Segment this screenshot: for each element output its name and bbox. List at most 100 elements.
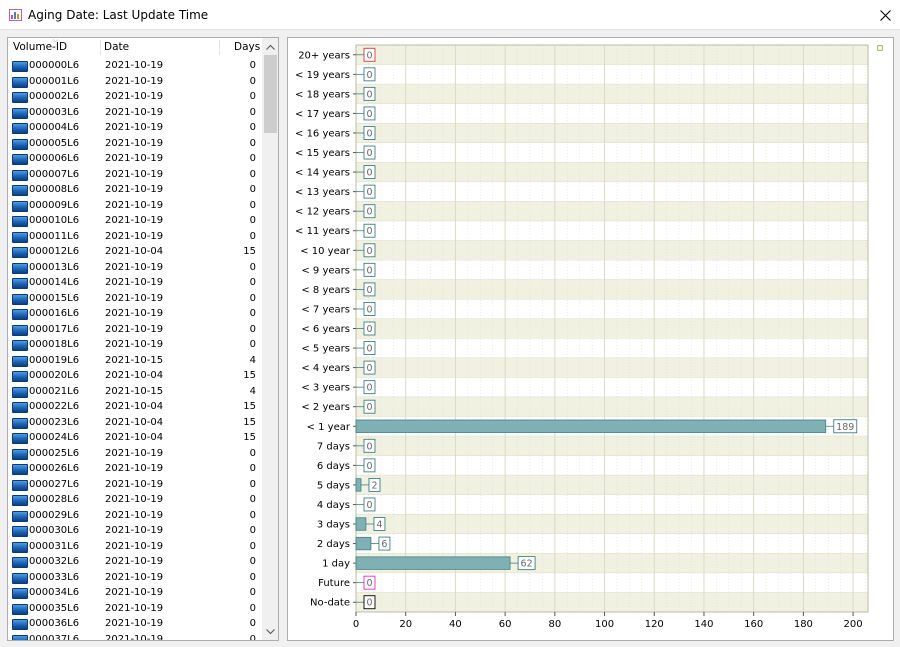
tape-volume-icon: [12, 557, 28, 568]
volume-date: 2021-10-19: [105, 587, 164, 598]
volume-days: 0: [249, 447, 256, 459]
data-label: 0: [366, 441, 372, 452]
volume-date: 2021-10-19: [105, 509, 164, 521]
y-tick-label: < 1 year: [307, 422, 351, 433]
volume-days: 0: [249, 122, 256, 133]
list-item[interactable]: 000000L6 2021-10-19 0: [8, 58, 261, 74]
list-item[interactable]: 000008L6 2021-10-19 0: [8, 182, 261, 198]
tape-volume-icon: [12, 634, 28, 640]
list-item[interactable]: 000016L6 2021-10-19 0: [8, 306, 261, 322]
volume-id: 000022L6: [29, 401, 80, 412]
list-item[interactable]: 000028L6 2021-10-19 0: [8, 492, 261, 508]
volume-id: 000017L6: [29, 323, 80, 335]
volume-list[interactable]: Volume-ID ⌵ Date Days 000000L6 2021-10-19…: [7, 37, 279, 641]
volume-id: 000000L6: [29, 60, 80, 71]
data-label: 0: [366, 402, 372, 413]
list-item[interactable]: 000013L6 2021-10-19 0: [8, 260, 261, 276]
data-label: 0: [366, 207, 372, 218]
x-tick-label: 60: [499, 619, 512, 630]
volume-date: 2021-10-19: [105, 618, 164, 629]
list-item[interactable]: 000027L6 2021-10-19 0: [8, 477, 261, 493]
y-tick-label: < 10 year: [300, 246, 351, 257]
tape-volume-icon: [12, 293, 28, 305]
list-item[interactable]: 000010L6 2021-10-19 0: [8, 213, 261, 229]
list-item[interactable]: 000020L6 2021-10-04 15: [8, 368, 261, 384]
scroll-up-button[interactable]: [262, 38, 278, 55]
data-label: 0: [366, 500, 372, 511]
list-item[interactable]: 000017L6 2021-10-19 0: [8, 322, 261, 338]
column-divider[interactable]: [219, 40, 220, 55]
volume-date: 2021-10-04: [105, 432, 164, 443]
list-item[interactable]: 000037L6 2021-10-19 0: [8, 632, 261, 641]
volume-date: 2021-10-19: [105, 478, 164, 490]
list-item[interactable]: 000001L6 2021-10-19 0: [8, 74, 261, 90]
volume-days: 0: [249, 277, 256, 288]
column-header-date[interactable]: Date: [104, 38, 129, 56]
volume-days: 4: [249, 354, 256, 366]
list-item[interactable]: 000022L6 2021-10-04 15: [8, 399, 261, 415]
scroll-down-button[interactable]: [262, 623, 278, 640]
column-header-days[interactable]: Days: [234, 38, 260, 56]
list-item[interactable]: 000034L6 2021-10-19 0: [8, 585, 261, 601]
list-item[interactable]: 000030L6 2021-10-19 0: [8, 523, 261, 539]
volume-days: 0: [249, 556, 256, 567]
volume-days: 0: [249, 292, 256, 304]
x-tick-label: 180: [794, 619, 813, 630]
data-label: 0: [366, 148, 372, 159]
scroll-thumb[interactable]: [264, 55, 277, 133]
volume-days: 0: [249, 168, 256, 180]
list-item[interactable]: 000021L6 2021-10-15 4: [8, 384, 261, 400]
list-item[interactable]: 000015L6 2021-10-19 0: [8, 291, 261, 307]
close-button[interactable]: [870, 0, 900, 30]
column-header-volume-id[interactable]: Volume-ID: [13, 38, 67, 56]
list-item[interactable]: 000019L6 2021-10-15 4: [8, 353, 261, 369]
list-item[interactable]: 000029L6 2021-10-19 0: [8, 508, 261, 524]
volume-days: 0: [249, 261, 256, 273]
tape-volume-icon: [12, 138, 28, 150]
list-item[interactable]: 000002L6 2021-10-19 0: [8, 89, 261, 105]
list-item[interactable]: 000012L6 2021-10-04 15: [8, 244, 261, 260]
list-item[interactable]: 000024L6 2021-10-04 15: [8, 430, 261, 446]
tape-volume-icon: [12, 386, 28, 398]
list-item[interactable]: 000009L6 2021-10-19 0: [8, 198, 261, 214]
list-item[interactable]: 000004L6 2021-10-19 0: [8, 120, 261, 136]
volume-date: 2021-10-19: [105, 571, 164, 583]
data-label: 0: [366, 265, 372, 276]
list-item[interactable]: 000005L6 2021-10-19 0: [8, 136, 261, 152]
list-item[interactable]: 000036L6 2021-10-19 0: [8, 616, 261, 632]
tape-volume-icon: [12, 495, 28, 506]
list-item[interactable]: 000003L6 2021-10-19 0: [8, 105, 261, 121]
tape-volume-icon: [12, 510, 28, 522]
volume-id: 000014L6: [29, 277, 80, 288]
list-item[interactable]: 000014L6 2021-10-19 0: [8, 275, 261, 291]
volume-id: 000027L6: [29, 478, 80, 490]
volume-days: 0: [249, 571, 256, 583]
list-item[interactable]: 000007L6 2021-10-19 0: [8, 167, 261, 183]
data-label: 0: [366, 226, 372, 237]
list-item[interactable]: 000031L6 2021-10-19 0: [8, 539, 261, 555]
volume-days: 0: [249, 323, 256, 335]
list-item[interactable]: 000006L6 2021-10-19 0: [8, 151, 261, 167]
data-label: 0: [366, 187, 372, 198]
volume-days: 0: [249, 633, 256, 641]
tape-volume-icon: [12, 324, 28, 336]
y-tick-label: 5 days: [317, 480, 350, 491]
tape-volume-icon: [12, 464, 28, 475]
list-item[interactable]: 000033L6 2021-10-19 0: [8, 570, 261, 586]
y-tick-label: < 17 years: [295, 109, 350, 120]
volume-days: 15: [243, 246, 256, 257]
volume-id: 000015L6: [29, 292, 80, 304]
list-item[interactable]: 000025L6 2021-10-19 0: [8, 446, 261, 462]
volume-days: 0: [249, 494, 256, 505]
list-item[interactable]: 000023L6 2021-10-04 15: [8, 415, 261, 431]
list-item[interactable]: 000018L6 2021-10-19 0: [8, 337, 261, 353]
list-item[interactable]: 000011L6 2021-10-19 0: [8, 229, 261, 245]
list-item[interactable]: 000035L6 2021-10-19 0: [8, 601, 261, 617]
column-divider[interactable]: [100, 40, 101, 55]
list-item[interactable]: 000026L6 2021-10-19 0: [8, 461, 261, 477]
list-item[interactable]: 000032L6 2021-10-19 0: [8, 554, 261, 570]
data-label: 0: [366, 89, 372, 100]
volume-id: 000003L6: [29, 106, 80, 118]
vertical-scrollbar[interactable]: [262, 38, 278, 640]
chevron-down-icon: [266, 628, 275, 634]
